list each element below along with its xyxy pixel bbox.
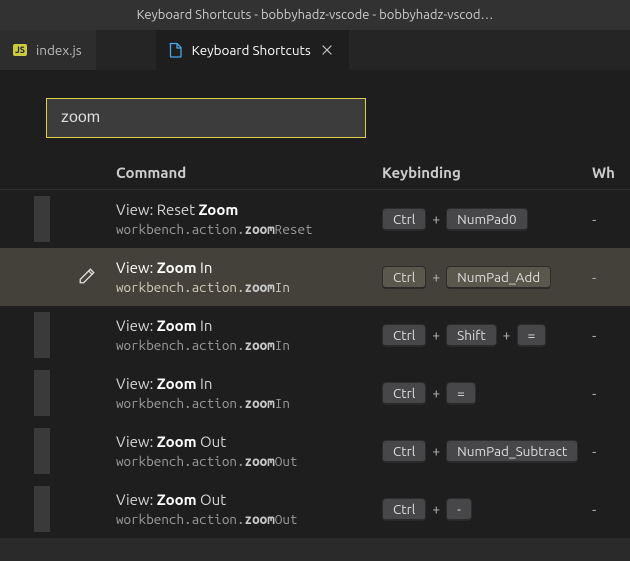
table-row[interactable]: View: Zoom In workbench.action.zoomInCtrl… <box>0 306 630 364</box>
search-bar <box>0 70 630 156</box>
tab-keyboard-shortcuts[interactable]: Keyboard Shortcuts <box>156 30 349 70</box>
when-cell: - <box>592 385 630 402</box>
window-title: Keyboard Shortcuts - bobbyhadz-vscode - … <box>137 8 494 22</box>
row-gutter <box>0 196 56 242</box>
key-cap: NumPad0 <box>446 208 527 231</box>
when-cell: - <box>592 443 630 460</box>
window-titlebar: Keyboard Shortcuts - bobbyhadz-vscode - … <box>0 0 630 30</box>
key-cap: Shift <box>446 324 497 347</box>
keybinding-cell: Ctrl + NumPad_Subtract <box>382 440 592 463</box>
tab-label: Keyboard Shortcuts <box>192 42 311 58</box>
table-row[interactable]: View: Zoom Out workbench.action.zoomOutCt… <box>0 480 630 538</box>
header-when[interactable]: Wh <box>592 164 630 181</box>
when-cell: - <box>592 501 630 518</box>
command-title: View: Zoom In <box>116 317 382 334</box>
command-cell: View: Zoom Out workbench.action.zoomOut <box>56 433 382 469</box>
tab-bar: JS index.js Keyboard Shortcuts <box>0 30 630 70</box>
row-gutter <box>0 428 56 474</box>
table-header: Command Keybinding Wh <box>0 156 630 190</box>
tab-index-js[interactable]: JS index.js <box>0 30 96 70</box>
key-plus: + <box>432 269 440 285</box>
file-icon <box>168 42 184 58</box>
command-cell: View: Reset Zoom workbench.action.zoomRes… <box>56 201 382 237</box>
command-title: View: Zoom In <box>116 375 382 392</box>
key-plus: + <box>432 385 440 401</box>
command-title: View: Zoom In <box>116 259 382 276</box>
table-body: View: Reset Zoom workbench.action.zoomRes… <box>0 190 630 538</box>
key-cap: NumPad_Add <box>446 266 551 289</box>
command-cell: View: Zoom In workbench.action.zoomIn <box>56 259 382 295</box>
close-icon[interactable] <box>319 42 335 58</box>
keybinding-cell: Ctrl + NumPad0 <box>382 208 592 231</box>
command-id: workbench.action.zoomIn <box>116 395 382 411</box>
command-id: workbench.action.zoomIn <box>116 279 382 295</box>
row-gutter <box>0 312 56 358</box>
key-cap: Ctrl <box>382 208 426 231</box>
table-row[interactable]: View: Reset Zoom workbench.action.zoomRes… <box>0 190 630 248</box>
command-id: workbench.action.zoomOut <box>116 453 382 469</box>
key-plus: + <box>432 501 440 517</box>
keybinding-cell: Ctrl + Shift + = <box>382 324 592 347</box>
key-plus: + <box>503 327 511 343</box>
command-id: workbench.action.zoomReset <box>116 221 382 237</box>
command-title: View: Zoom Out <box>116 433 382 450</box>
key-plus: + <box>432 211 440 227</box>
shortcuts-table: Command Keybinding Wh View: Reset Zoom wo… <box>0 156 630 538</box>
command-cell: View: Zoom Out workbench.action.zoomOut <box>56 491 382 527</box>
command-title: View: Reset Zoom <box>116 201 382 218</box>
key-cap: Ctrl <box>382 324 426 347</box>
row-gutter <box>0 486 56 532</box>
command-id: workbench.action.zoomIn <box>116 337 382 353</box>
key-cap: NumPad_Subtract <box>446 440 578 463</box>
key-cap: Ctrl <box>382 498 426 521</box>
row-gutter <box>0 370 56 416</box>
command-id: workbench.action.zoomOut <box>116 511 382 527</box>
keybinding-cell: Ctrl +- <box>382 498 592 521</box>
command-cell: View: Zoom In workbench.action.zoomIn <box>56 317 382 353</box>
table-row[interactable]: View: Zoom In workbench.action.zoomInCtrl… <box>0 364 630 422</box>
keybinding-cell: Ctrl + NumPad_Add <box>382 266 592 289</box>
header-keybinding[interactable]: Keybinding <box>382 164 592 181</box>
when-cell: - <box>592 327 630 344</box>
command-cell: View: Zoom In workbench.action.zoomIn <box>56 375 382 411</box>
key-cap: Ctrl <box>382 266 426 289</box>
key-cap: = <box>446 382 476 405</box>
key-cap: - <box>446 498 472 521</box>
key-plus: + <box>432 327 440 343</box>
tab-gap <box>96 30 156 70</box>
js-icon: JS <box>12 42 28 58</box>
table-row[interactable]: View: Zoom In workbench.action.zoomInCtrl… <box>0 248 630 306</box>
table-row[interactable]: View: Zoom Out workbench.action.zoomOutCt… <box>0 422 630 480</box>
key-plus: + <box>432 443 440 459</box>
key-cap: = <box>517 324 547 347</box>
search-input[interactable] <box>46 98 366 138</box>
key-cap: Ctrl <box>382 440 426 463</box>
when-cell: - <box>592 211 630 228</box>
pencil-icon[interactable] <box>78 267 96 288</box>
keybinding-cell: Ctrl + = <box>382 382 592 405</box>
when-cell: - <box>592 269 630 286</box>
key-cap: Ctrl <box>382 382 426 405</box>
header-command[interactable]: Command <box>116 164 382 181</box>
command-title: View: Zoom Out <box>116 491 382 508</box>
tab-label: index.js <box>36 42 82 58</box>
